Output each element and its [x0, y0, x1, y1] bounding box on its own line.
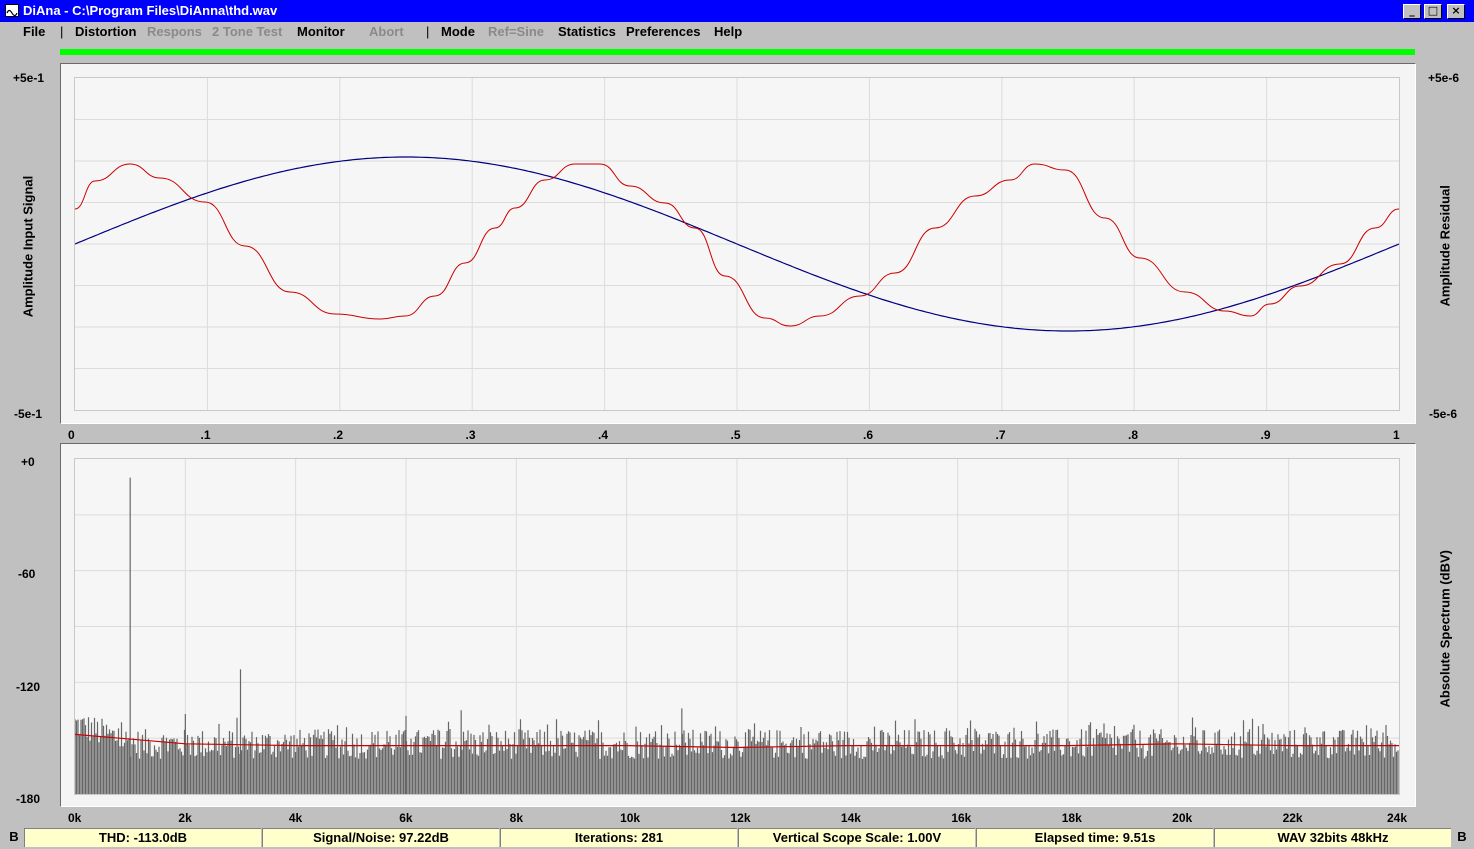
spectrum-x-tick: 24k: [1387, 811, 1408, 825]
maximize-button[interactable]: □: [1424, 4, 1442, 19]
menu-separator: |: [426, 24, 430, 39]
scope-ymin-right: -5e-6: [1429, 407, 1458, 421]
spectrum-x-tick: 14k: [840, 811, 861, 825]
spectrum-x-tick: 4k: [288, 811, 303, 825]
scope-left-axis-label: Amplitude Input Signal: [20, 175, 36, 318]
spectrum-chart: [74, 459, 1399, 794]
menu-ref-sine: Ref=Sine: [488, 24, 544, 39]
status-vertical-scale: Vertical Scope Scale: 1.00V: [738, 828, 975, 847]
menu-file[interactable]: File: [23, 24, 45, 39]
scope-x-tick: .6: [863, 428, 874, 442]
menu-preferences[interactable]: Preferences: [626, 24, 700, 39]
scope-x-tick: 0: [68, 428, 75, 442]
scope-x-tick: .2: [333, 428, 344, 442]
spectrum-x-tick: 2k: [178, 811, 192, 825]
scope-x-tick: 1: [1393, 428, 1400, 442]
close-button[interactable]: ×: [1447, 4, 1465, 19]
spectrum-x-tick: 0k: [68, 811, 82, 825]
status-thd: THD: -113.0dB: [24, 828, 261, 847]
spectrum-x-tick: 12k: [730, 811, 751, 825]
scope-x-tick: .1: [200, 428, 211, 442]
scope-chart: [74, 78, 1400, 410]
spectrum-x-tick: 20k: [1172, 811, 1193, 825]
scope-x-tick: .7: [995, 428, 1006, 442]
progress-bar: [60, 49, 1415, 55]
menu-distortion[interactable]: Distortion: [75, 24, 136, 39]
spectrum-x-tick: 18k: [1061, 811, 1082, 825]
spectrum-x-tick: 6k: [399, 811, 413, 825]
scope-ymax-left: +5e-1: [13, 71, 45, 85]
status-right-b: B: [1457, 829, 1467, 844]
menu-separator: |: [60, 24, 64, 39]
menu-statistics[interactable]: Statistics: [558, 24, 616, 39]
spectrum-x-tick: 8k: [509, 811, 524, 825]
scope-x-tick: .5: [730, 428, 741, 442]
status-left-b: B: [9, 829, 19, 844]
scope-x-tick: .8: [1128, 428, 1139, 442]
spectrum-y-tick: -120: [16, 680, 41, 694]
spectrum-plot[interactable]: [74, 458, 1400, 795]
spectrum-y-tick: -60: [18, 567, 36, 581]
scope-plot[interactable]: [74, 77, 1400, 411]
app-icon[interactable]: [5, 4, 19, 17]
menu-two-tone-test: 2 Tone Test: [212, 24, 283, 39]
menu-bar: File | Distortion Respons 2 Tone Test Mo…: [0, 22, 1474, 42]
menu-help[interactable]: Help: [714, 24, 742, 39]
title-bar[interactable]: DiAna - C:\Program Files\DiAnna\thd.wav …: [0, 0, 1474, 22]
menu-respons: Respons: [147, 24, 202, 39]
minimize-button[interactable]: _: [1403, 4, 1421, 19]
spectrum-right-axis-label: Absolute Spectrum (dBV): [1437, 550, 1453, 708]
status-bar: B THD: -113.0dB Signal/Noise: 97.22dB It…: [0, 826, 1474, 849]
spectrum-x-tick: 10k: [620, 811, 641, 825]
menu-monitor[interactable]: Monitor: [297, 24, 345, 39]
spectrum-y-tick: -180: [16, 792, 41, 806]
menu-abort: Abort: [369, 24, 404, 39]
status-elapsed-time: Elapsed time: 9.51s: [976, 828, 1213, 847]
menu-mode[interactable]: Mode: [441, 24, 475, 39]
scope-x-tick: .4: [598, 428, 609, 442]
status-wav-format: WAV 32bits 48kHz: [1214, 828, 1451, 847]
scope-ymin-left: -5e-1: [14, 407, 43, 421]
scope-x-tick: .9: [1260, 428, 1271, 442]
spectrum-x-tick: 22k: [1282, 811, 1303, 825]
window-title: DiAna - C:\Program Files\DiAnna\thd.wav: [23, 3, 278, 18]
scope-x-tick: .3: [465, 428, 476, 442]
status-signal-noise: Signal/Noise: 97.22dB: [262, 828, 499, 847]
status-iterations: Iterations: 281: [500, 828, 737, 847]
scope-ymax-right: +5e-6: [1428, 71, 1460, 85]
spectrum-x-tick: 16k: [951, 811, 972, 825]
spectrum-y-tick: +0: [21, 455, 35, 469]
scope-right-axis-label: Amplitude Residual: [1437, 185, 1453, 307]
